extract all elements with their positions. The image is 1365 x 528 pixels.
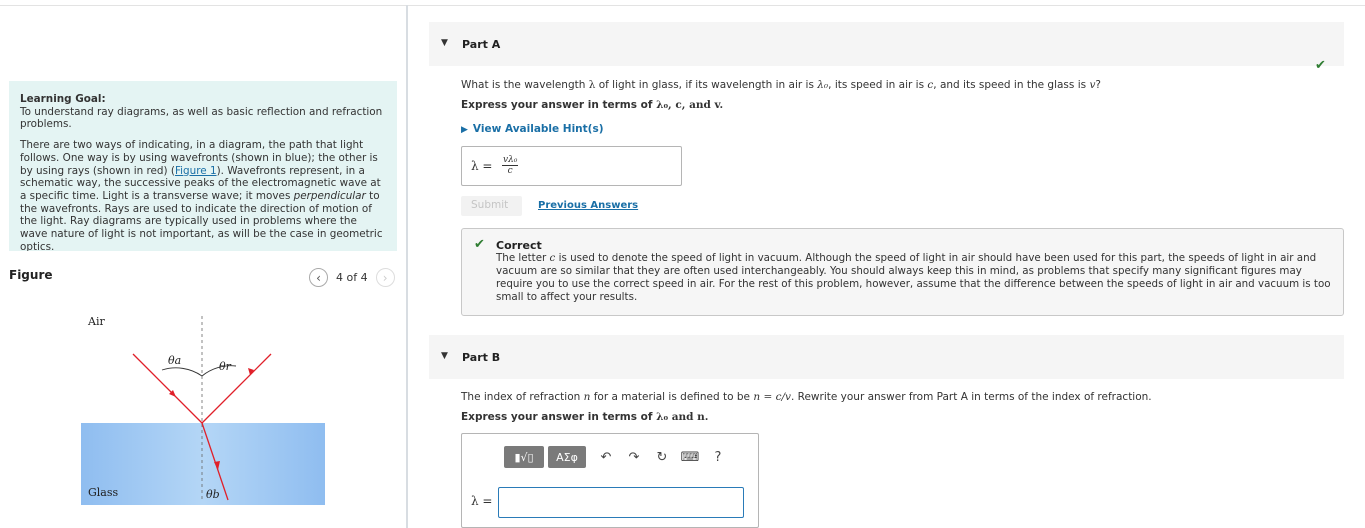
- part-b-header[interactable]: ▼ Part B: [429, 335, 1344, 379]
- part-a-complete-check-icon: ✔: [1315, 58, 1326, 73]
- answer-denominator: c: [507, 166, 513, 176]
- part-a-question: What is the wavelength λ of light in gla…: [461, 79, 1101, 91]
- figure-1-link[interactable]: Figure 1: [175, 165, 217, 177]
- answer-numerator: vλ₀: [502, 155, 519, 166]
- answer-fraction: vλ₀ c: [502, 155, 519, 177]
- theta-a-label: θa: [168, 354, 181, 367]
- top-divider: [0, 5, 1365, 6]
- math-toolbar: ▮√▯ ΑΣφ ↶ ↷ ↻ ⌨ ?: [504, 446, 730, 468]
- part-a-instruction: Express your answer in terms of λ₀, c, a…: [461, 99, 724, 111]
- glass-label: Glass: [88, 486, 119, 499]
- part-a-answer-box: λ = vλ₀ c: [461, 146, 682, 186]
- correct-check-icon: ✔: [474, 237, 485, 252]
- learning-goal-text: To understand ray diagrams, as well as b…: [20, 105, 383, 131]
- correct-feedback-box: ✔ Correct The letter c is used to denote…: [461, 228, 1344, 316]
- reset-icon[interactable]: ↻: [650, 446, 674, 468]
- column-divider: [406, 5, 408, 528]
- part-a-header[interactable]: ▼ Part A: [429, 22, 1344, 66]
- collapse-triangle-icon: ▼: [441, 351, 448, 361]
- reflected-ray: [201, 353, 272, 424]
- keyboard-icon[interactable]: ⌨: [678, 446, 702, 468]
- part-b-answer-editor: ▮√▯ ΑΣφ ↶ ↷ ↻ ⌨ ? λ =: [461, 433, 759, 528]
- figure-page-count: 4 of 4: [336, 271, 368, 284]
- learning-goal-panel: Learning Goal: To understand ray diagram…: [9, 81, 397, 251]
- part-b-answer-input[interactable]: [498, 487, 744, 518]
- correct-explanation: The letter c is used to denote the speed…: [496, 252, 1331, 303]
- learning-goal-title: Learning Goal:: [20, 93, 106, 105]
- air-label: Air: [87, 315, 105, 328]
- part-b-question: The index of refraction n for a material…: [461, 391, 1152, 403]
- part-b-instruction: Express your answer in terms of λ₀ and n…: [461, 411, 709, 423]
- theta-r-label: θr: [219, 360, 232, 373]
- previous-answers-link[interactable]: Previous Answers: [538, 200, 638, 211]
- theta-b-label: θb: [206, 488, 220, 501]
- view-hints-link[interactable]: ▶ View Available Hint(s): [461, 123, 604, 135]
- prev-figure-button[interactable]: ‹: [309, 268, 328, 287]
- templates-button[interactable]: ▮√▯: [504, 446, 544, 468]
- greek-symbols-button[interactable]: ΑΣφ: [548, 446, 586, 468]
- collapse-triangle-icon: ▼: [441, 38, 448, 48]
- intro-emphasis: perpendicular: [293, 189, 366, 202]
- angle-arc-a: [161, 367, 203, 377]
- intro-text: There are two ways of indicating, in a d…: [20, 139, 387, 251]
- correct-title: Correct: [496, 239, 542, 252]
- figure-pager: ‹ 4 of 4 ›: [309, 268, 395, 287]
- undo-icon[interactable]: ↶: [594, 446, 618, 468]
- answer-lhs: λ =: [471, 159, 493, 173]
- next-figure-button[interactable]: ›: [375, 268, 395, 287]
- part-b-title: Part B: [462, 351, 501, 364]
- expand-triangle-icon: ▶: [461, 125, 468, 135]
- figure-label: Figure: [9, 268, 53, 282]
- submit-button[interactable]: Submit: [461, 196, 522, 216]
- part-a-title: Part A: [462, 38, 501, 51]
- ray-diagram-figure: Air Glass θa θr θb: [81, 315, 325, 505]
- redo-icon[interactable]: ↷: [622, 446, 646, 468]
- help-icon[interactable]: ?: [706, 446, 730, 468]
- answer-lhs: λ =: [471, 494, 493, 508]
